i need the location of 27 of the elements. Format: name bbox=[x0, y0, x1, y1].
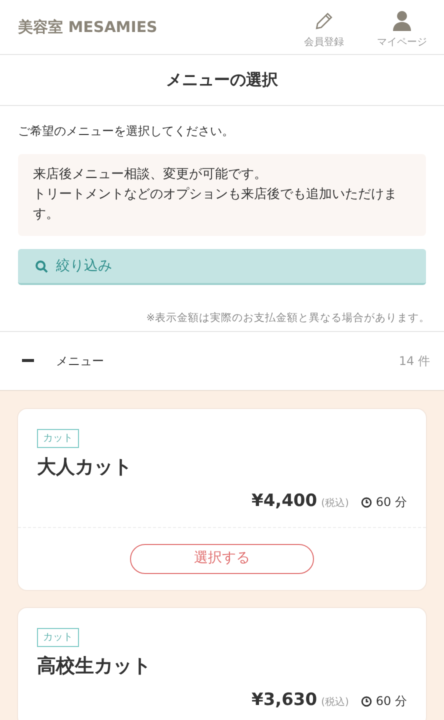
page-title: メニューの選択 bbox=[166, 69, 278, 91]
price-note: ※表示金額は実際のお支払金額と異なる場合があります。 bbox=[145, 311, 430, 326]
category-tag: カット bbox=[37, 628, 79, 647]
person-icon bbox=[392, 10, 412, 32]
select-button[interactable]: 選択する bbox=[130, 544, 314, 574]
search-icon bbox=[35, 260, 48, 272]
intro-text: ご希望のメニューを選択してください。 bbox=[18, 123, 235, 140]
duration: 60 分 bbox=[376, 494, 407, 512]
clock-icon bbox=[360, 696, 372, 706]
section-title: メニュー bbox=[56, 352, 105, 370]
tax-label: (税込) bbox=[321, 696, 349, 710]
tax-label: (税込) bbox=[321, 496, 349, 512]
info-box: 来店後メニュー相談、変更が可能です。 トリートメントなどのオプションも来店後でも追加いただけます。 bbox=[18, 154, 426, 236]
shop-name[interactable]: 美容室 MESAMIES bbox=[18, 16, 158, 38]
duration: 60 分 bbox=[376, 693, 407, 710]
clock-icon bbox=[360, 496, 372, 508]
price: ¥4,400 bbox=[251, 490, 318, 514]
nav-link[interactable]: マイページ bbox=[370, 4, 434, 50]
filter-button[interactable]: 絞り込み bbox=[18, 249, 426, 285]
collapse-icon[interactable] bbox=[22, 359, 34, 362]
pencil-icon bbox=[313, 10, 335, 32]
category-tag: カット bbox=[37, 428, 79, 448]
item-count: 14 件 bbox=[398, 352, 430, 370]
menu-name: 高校生カット bbox=[37, 654, 152, 679]
menu-name: 大人カット bbox=[37, 454, 133, 480]
price: ¥3,630 bbox=[251, 689, 318, 712]
nav-link[interactable]: 会員登録 bbox=[292, 4, 356, 50]
